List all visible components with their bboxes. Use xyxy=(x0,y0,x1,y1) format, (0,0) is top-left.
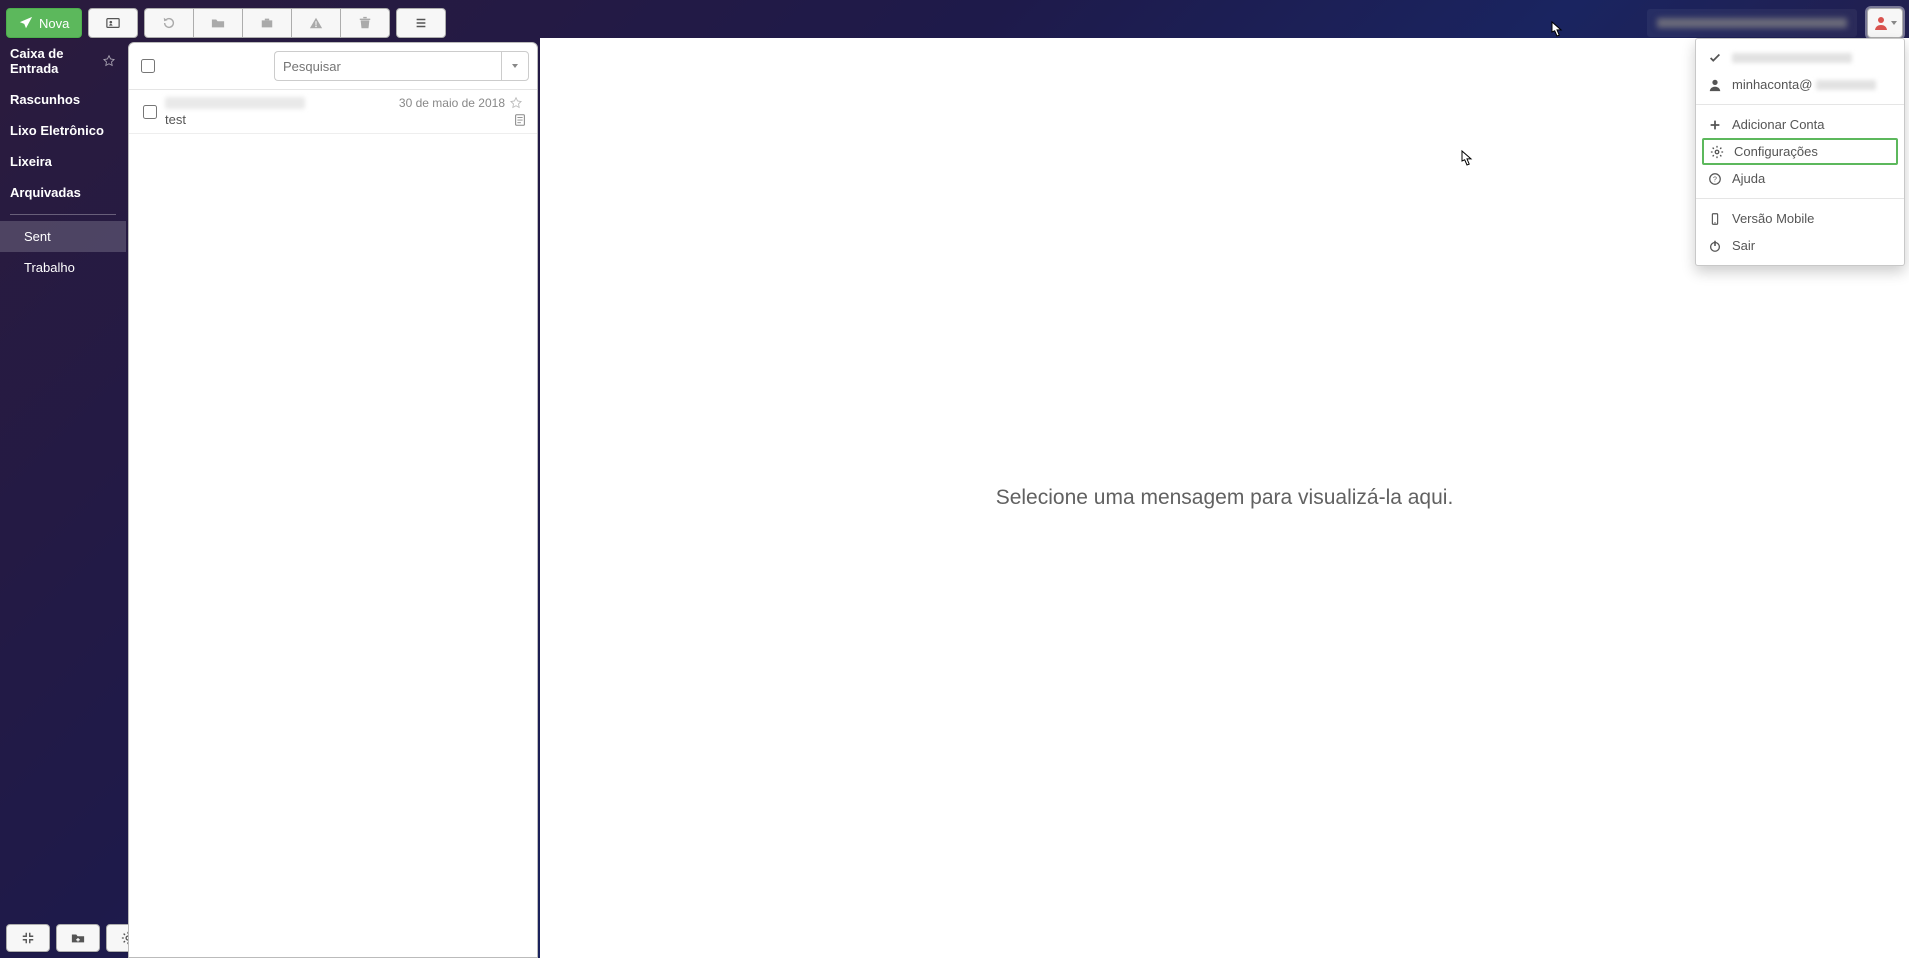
menu-mobile[interactable]: Versão Mobile xyxy=(1696,205,1904,232)
message-item[interactable]: 30 de maio de 2018 test xyxy=(129,90,537,134)
address-card-icon xyxy=(106,16,120,30)
folder-label: Caixa de Entrada xyxy=(10,46,98,76)
user-icon xyxy=(1708,78,1722,92)
folder-junk[interactable]: Lixo Eletrônico xyxy=(0,115,126,146)
help-icon: ? xyxy=(1708,172,1722,186)
folder-trash[interactable]: Lixeira xyxy=(0,146,126,177)
user-icon xyxy=(1873,15,1889,31)
collapse-button[interactable] xyxy=(6,924,50,952)
svg-text:?: ? xyxy=(1713,176,1717,183)
check-icon xyxy=(1708,51,1722,65)
menu-account-email[interactable]: minhaconta@ xyxy=(1696,71,1904,98)
menu-logout[interactable]: Sair xyxy=(1696,232,1904,259)
user-menu-button[interactable] xyxy=(1867,8,1903,38)
star-outline-icon[interactable] xyxy=(102,54,116,68)
current-user-name xyxy=(1647,9,1857,37)
folder-label: Rascunhos xyxy=(10,92,80,107)
message-from xyxy=(165,97,305,109)
folder-archived[interactable]: Arquivadas xyxy=(0,177,126,208)
menu-divider xyxy=(1696,104,1904,105)
active-account-label xyxy=(1732,53,1852,63)
search-options-button[interactable] xyxy=(501,51,529,81)
contacts-button[interactable] xyxy=(88,8,138,38)
attachment-icon xyxy=(513,111,527,127)
paper-plane-icon xyxy=(19,16,33,30)
folder-label: Lixeira xyxy=(10,154,52,169)
trash-icon xyxy=(358,16,372,30)
more-button[interactable] xyxy=(396,8,446,38)
message-list-panel: 30 de maio de 2018 test xyxy=(128,42,538,958)
compose-button[interactable]: Nova xyxy=(6,8,82,38)
message-subject: test xyxy=(165,110,395,127)
menu-label: Ajuda xyxy=(1732,171,1765,186)
menu-icon xyxy=(414,16,428,30)
account-email-label: minhaconta@ xyxy=(1732,77,1876,92)
new-folder-button[interactable] xyxy=(56,924,100,952)
move-button[interactable] xyxy=(242,8,291,38)
menu-label: Versão Mobile xyxy=(1732,211,1814,226)
message-date: 30 de maio de 2018 xyxy=(399,96,505,110)
compress-icon xyxy=(21,931,35,945)
folder-sent[interactable]: Sent xyxy=(0,221,126,252)
folder-drafts[interactable]: Rascunhos xyxy=(0,84,126,115)
menu-active-account[interactable] xyxy=(1696,45,1904,71)
mobile-icon xyxy=(1708,212,1722,226)
message-list-header xyxy=(129,43,537,90)
menu-divider xyxy=(1696,198,1904,199)
chevron-down-icon xyxy=(512,64,518,68)
refresh-icon xyxy=(162,16,176,30)
menu-help[interactable]: ? Ajuda xyxy=(1696,165,1904,192)
folder-inbox[interactable]: Caixa de Entrada xyxy=(0,38,126,84)
menu-settings[interactable]: Configurações xyxy=(1702,138,1898,165)
warning-icon xyxy=(309,16,323,30)
folder-label: Arquivadas xyxy=(10,185,81,200)
search-input[interactable] xyxy=(274,51,501,81)
menu-label: Configurações xyxy=(1734,144,1818,159)
spam-button[interactable] xyxy=(291,8,340,38)
compose-label: Nova xyxy=(39,16,69,31)
briefcase-icon xyxy=(260,16,274,30)
message-star-button[interactable] xyxy=(509,96,527,110)
plus-icon xyxy=(1708,118,1722,132)
folder-label: Trabalho xyxy=(24,260,75,275)
folder-trabalho[interactable]: Trabalho xyxy=(0,252,126,283)
chevron-down-icon xyxy=(1891,21,1897,25)
preview-placeholder: Selecione uma mensagem para visualizá-la… xyxy=(996,486,1454,510)
message-actions-group xyxy=(144,8,390,38)
power-icon xyxy=(1708,239,1722,253)
menu-label: Adicionar Conta xyxy=(1732,117,1825,132)
message-checkbox[interactable] xyxy=(143,105,157,119)
archive-button[interactable] xyxy=(193,8,242,38)
folder-label: Sent xyxy=(24,229,51,244)
menu-label: Sair xyxy=(1732,238,1755,253)
folder-sidebar: Caixa de Entrada Rascunhos Lixo Eletrôni… xyxy=(0,38,126,958)
gear-icon xyxy=(1710,145,1724,159)
star-outline-icon xyxy=(509,96,523,110)
menu-add-account[interactable]: Adicionar Conta xyxy=(1696,111,1904,138)
refresh-button[interactable] xyxy=(144,8,193,38)
select-all-checkbox[interactable] xyxy=(141,59,155,73)
folder-label: Lixo Eletrônico xyxy=(10,123,104,138)
folder-icon xyxy=(211,16,225,30)
user-dropdown: minhaconta@ Adicionar Conta Configuraçõe… xyxy=(1695,38,1905,266)
sidebar-bottom-bar xyxy=(0,918,126,958)
delete-button[interactable] xyxy=(340,8,390,38)
folder-plus-icon xyxy=(71,931,85,945)
sidebar-divider xyxy=(10,214,116,215)
